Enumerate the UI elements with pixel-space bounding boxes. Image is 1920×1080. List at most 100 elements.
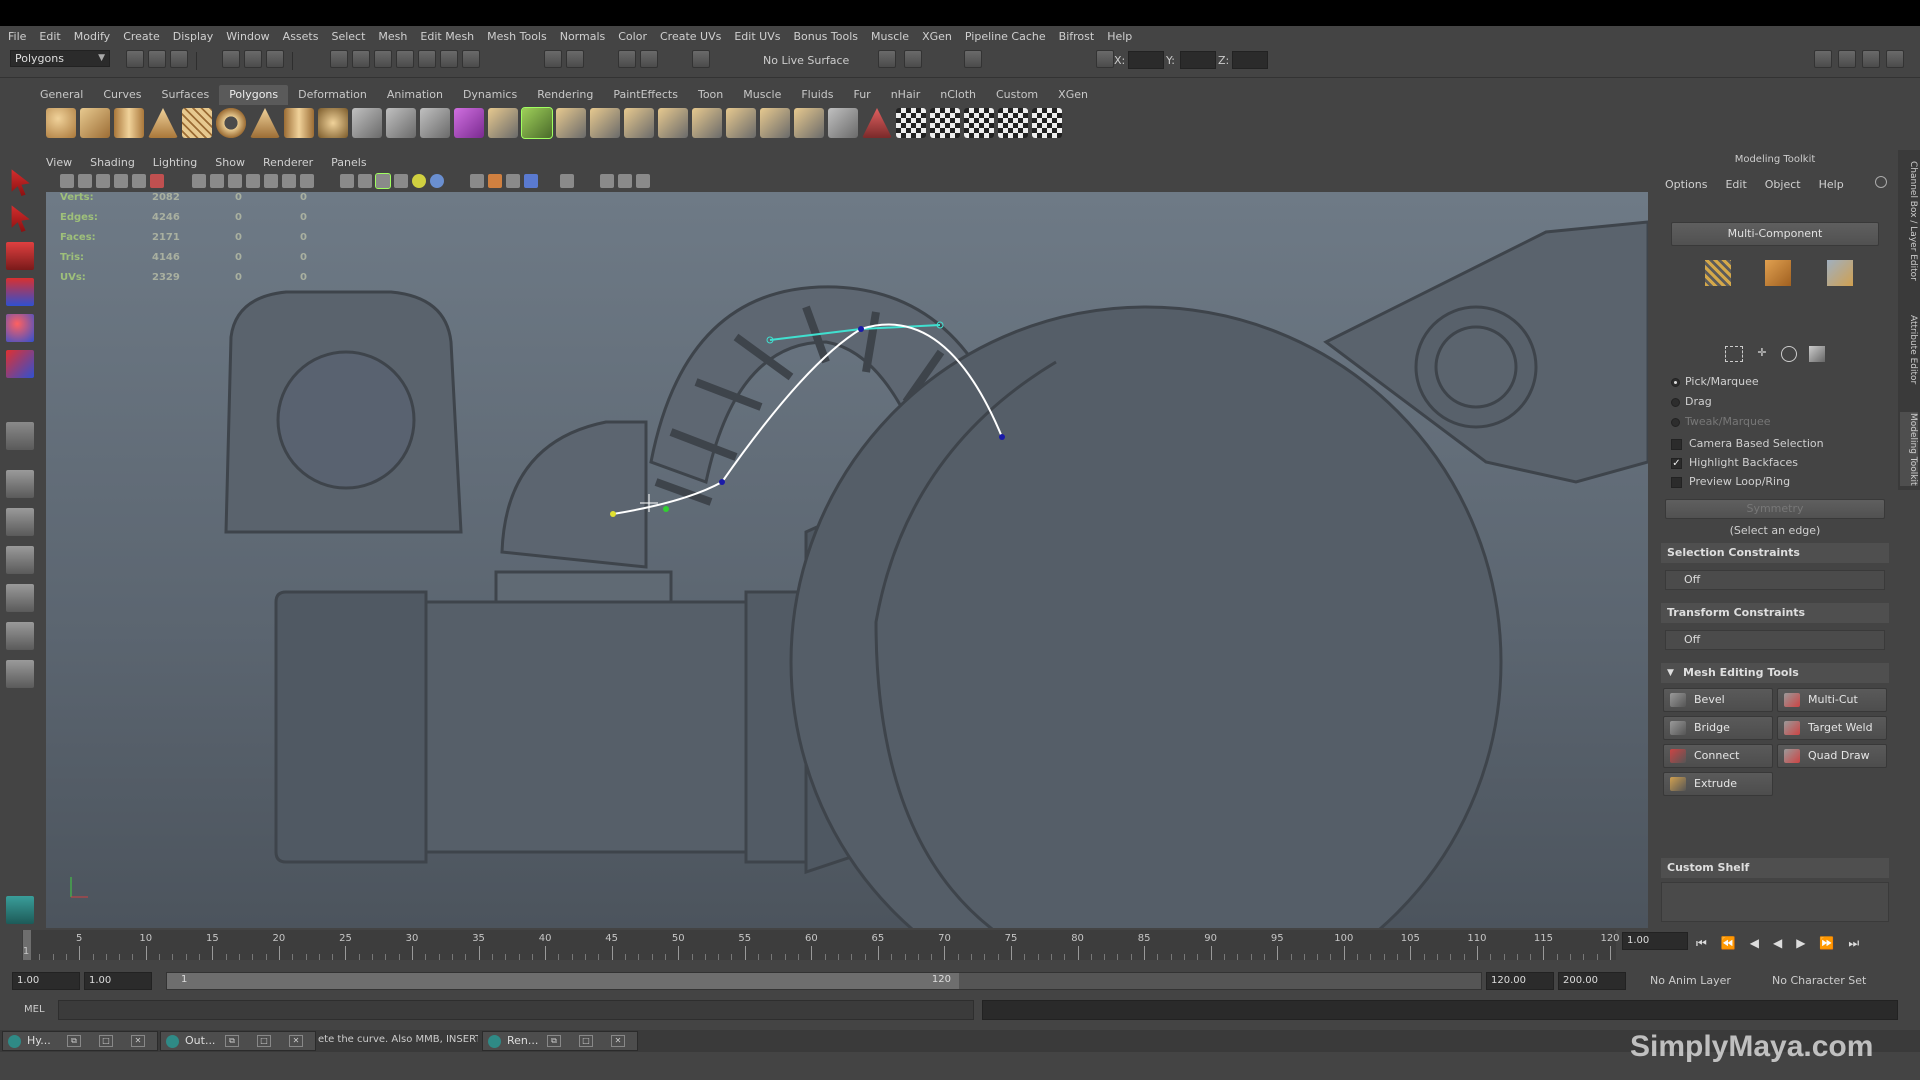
- smooth-shade-icon[interactable]: [358, 174, 372, 188]
- shelf-tab-general[interactable]: General: [30, 85, 93, 105]
- tab-modeling-toolkit[interactable]: Modeling Toolkit: [1900, 412, 1918, 486]
- render-current-icon[interactable]: [544, 50, 562, 68]
- append-polygon-icon[interactable]: [521, 107, 553, 139]
- toolkit-menu-help[interactable]: Help: [1819, 178, 1844, 191]
- four-view-layout-icon[interactable]: [6, 508, 34, 536]
- range-slider-track[interactable]: 1 120: [166, 972, 1482, 990]
- snap-grid-icon[interactable]: [330, 50, 348, 68]
- animation-start-field[interactable]: 1.00: [12, 972, 80, 990]
- menu-window[interactable]: Window: [226, 30, 269, 43]
- snap-view-plane-icon[interactable]: [396, 50, 414, 68]
- image-plane-icon[interactable]: [114, 174, 128, 188]
- shelf-tab-nhair[interactable]: nHair: [881, 85, 931, 105]
- viewport-menu-lighting[interactable]: Lighting: [153, 156, 197, 169]
- history-icon[interactable]: [440, 50, 458, 68]
- menu-create-uvs[interactable]: Create UVs: [660, 30, 721, 43]
- power-icon[interactable]: [1875, 176, 1887, 188]
- use-all-lights-icon[interactable]: [412, 174, 426, 188]
- textured-icon[interactable]: [394, 174, 408, 188]
- shelf-tab-xgen[interactable]: XGen: [1048, 85, 1098, 105]
- shelf-tab-toon[interactable]: Toon: [688, 85, 733, 105]
- last-tool-icon[interactable]: [6, 422, 34, 450]
- quad-draw-button[interactable]: Quad Draw: [1777, 744, 1887, 768]
- menu-muscle[interactable]: Muscle: [871, 30, 909, 43]
- ipr-render-icon[interactable]: [566, 50, 584, 68]
- field-chart-icon[interactable]: [264, 174, 278, 188]
- bookmarks-icon[interactable]: [96, 174, 110, 188]
- separate-icon[interactable]: [386, 108, 416, 138]
- resolution-gate-icon[interactable]: [228, 174, 242, 188]
- anti-aliasing-icon[interactable]: [506, 174, 520, 188]
- menu-color[interactable]: Color: [618, 30, 647, 43]
- command-input[interactable]: [58, 1000, 974, 1020]
- depth-of-field-icon[interactable]: [524, 174, 538, 188]
- poly-pyramid-icon[interactable]: [250, 108, 280, 138]
- anim-layer-dropdown[interactable]: No Anim Layer: [1650, 974, 1731, 987]
- current-frame-field[interactable]: 1.00: [1622, 932, 1688, 950]
- automatic-mapping-icon[interactable]: [998, 108, 1028, 138]
- shelf-tab-surfaces[interactable]: Surfaces: [152, 85, 220, 105]
- curve-edit-point[interactable]: [858, 326, 864, 332]
- playback-controls[interactable]: ⏮⏪◀◀▶⏩⏭: [1696, 936, 1916, 951]
- curve-start-point[interactable]: [610, 511, 616, 517]
- toolkit-menu-object[interactable]: Object: [1765, 178, 1801, 191]
- persp-hypershade-layout-icon[interactable]: [6, 622, 34, 650]
- face-mode-icon[interactable]: [1765, 260, 1791, 286]
- channel-box-toggle-icon[interactable]: [1886, 50, 1904, 68]
- lasso-tool-icon[interactable]: [11, 205, 30, 232]
- spherical-mapping-icon[interactable]: [964, 108, 994, 138]
- shelf-tab-fur[interactable]: Fur: [843, 85, 880, 105]
- multi-component-button[interactable]: Multi-Component: [1671, 222, 1879, 246]
- sculpt-tool-icon[interactable]: [862, 108, 892, 138]
- menu-mesh[interactable]: Mesh: [378, 30, 407, 43]
- poly-pipe-icon[interactable]: [284, 108, 314, 138]
- offset-edge-loop-icon[interactable]: [726, 108, 756, 138]
- uv-editor-icon[interactable]: [1032, 108, 1062, 138]
- selection-constraints-dropdown[interactable]: Off: [1665, 570, 1885, 590]
- menu-pipeline-cache[interactable]: Pipeline Cache: [965, 30, 1046, 43]
- menu-file[interactable]: File: [8, 30, 26, 43]
- snap-live-icon[interactable]: [418, 50, 436, 68]
- viewport-menu-view[interactable]: View: [46, 156, 72, 169]
- collapse-icon[interactable]: [794, 108, 824, 138]
- poly-soccer-ball-icon[interactable]: [318, 108, 348, 138]
- fill-hole-icon[interactable]: [828, 108, 858, 138]
- menu-assets[interactable]: Assets: [283, 30, 319, 43]
- script-language-label[interactable]: MEL: [24, 1004, 45, 1015]
- menu-help[interactable]: Help: [1107, 30, 1132, 43]
- hypershade-icon[interactable]: [640, 50, 658, 68]
- tab-attribute-editor[interactable]: Attribute Editor: [1900, 310, 1918, 390]
- extract-icon[interactable]: [420, 108, 450, 138]
- rotate-tool-icon[interactable]: [6, 314, 34, 342]
- grid-toggle-icon[interactable]: [192, 174, 206, 188]
- shelf-tab-ncloth[interactable]: nCloth: [930, 85, 986, 105]
- sidebar-toggle-icon[interactable]: [904, 50, 922, 68]
- poly-cube-icon[interactable]: [80, 108, 110, 138]
- mesh-editing-tools-header[interactable]: ▼ Mesh Editing Tools: [1661, 663, 1889, 683]
- shelf-tab-polygons[interactable]: Polygons: [219, 85, 289, 105]
- x-field[interactable]: [1128, 51, 1164, 69]
- animation-end-field[interactable]: 200.00: [1558, 972, 1626, 990]
- screen-space-ao-icon[interactable]: [470, 174, 484, 188]
- multi-cut-button[interactable]: Multi-Cut: [1777, 688, 1887, 712]
- planar-mapping-icon[interactable]: [896, 108, 926, 138]
- checkbox-preview-loop-ring[interactable]: Preview Loop/Ring: [1671, 475, 1881, 491]
- transform-mode-icon[interactable]: [964, 50, 982, 68]
- radio-tweak-marquee[interactable]: Tweak/Marquee: [1671, 415, 1871, 431]
- paint-select-tool-icon[interactable]: [6, 242, 34, 270]
- merge-icon[interactable]: [760, 108, 790, 138]
- curve-end-point[interactable]: [999, 434, 1005, 440]
- extrude-icon[interactable]: [556, 108, 586, 138]
- bevel-button[interactable]: Bevel: [1663, 688, 1773, 712]
- snap-curve-icon[interactable]: [352, 50, 370, 68]
- y-field[interactable]: [1180, 51, 1216, 69]
- perspective-viewport[interactable]: [46, 192, 1648, 928]
- toolkit-menu-options[interactable]: Options: [1665, 178, 1707, 191]
- select-camera-icon[interactable]: [60, 174, 74, 188]
- poly-cylinder-icon[interactable]: [114, 108, 144, 138]
- menu-set-dropdown[interactable]: Polygons ▼: [10, 50, 110, 67]
- gate-mask-icon[interactable]: [246, 174, 260, 188]
- curve-edit-point[interactable]: [719, 479, 725, 485]
- hypershade-window-tab[interactable]: Hy... ⧉ □ ✕: [2, 1031, 158, 1051]
- checkbox-camera-based-selection[interactable]: Camera Based Selection: [1671, 437, 1881, 453]
